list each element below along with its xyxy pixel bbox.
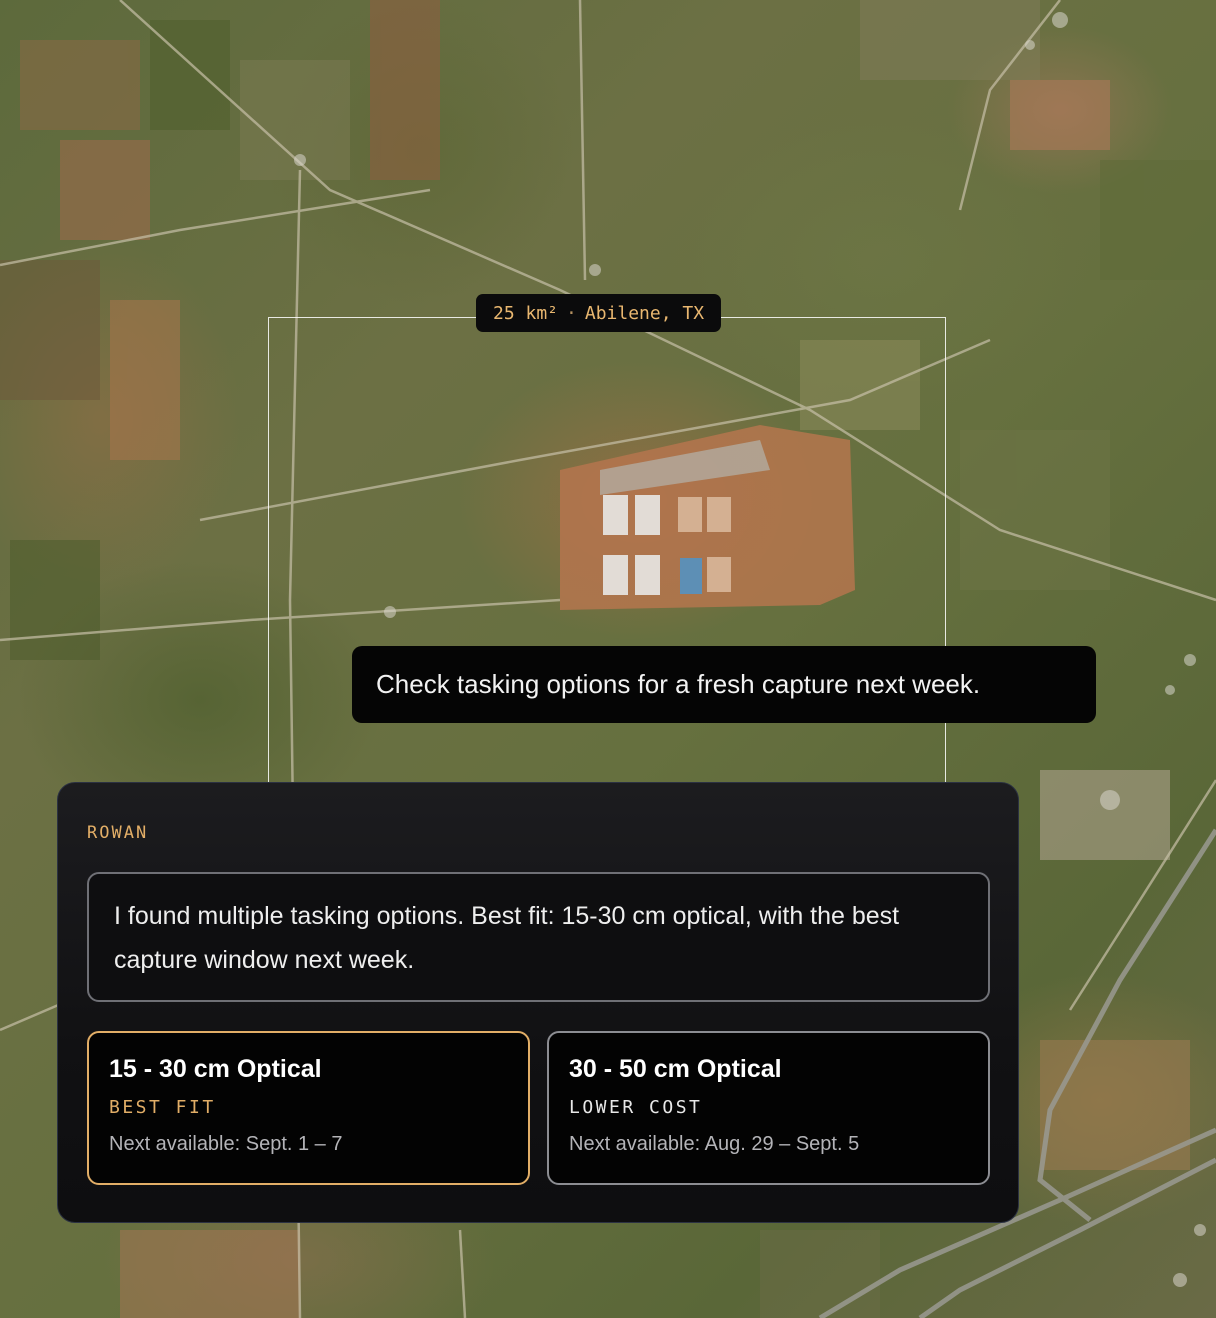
tasking-option-30-50cm[interactable]: 30 - 50 cm Optical LOWER COST Next avail…	[547, 1031, 990, 1185]
aoi-label: 25 km² · Abilene, TX	[476, 294, 722, 332]
user-message-bubble: Check tasking options for a fresh captur…	[352, 646, 1096, 723]
assistant-reply: I found multiple tasking options. Best f…	[87, 872, 990, 1002]
option-availability: Next available: Sept. 1 – 7	[109, 1133, 343, 1155]
option-title: 30 - 50 cm Optical	[569, 1055, 782, 1083]
option-tag: BEST FIT	[109, 1097, 216, 1118]
tasking-option-15-30cm[interactable]: 15 - 30 cm Optical BEST FIT Next availab…	[87, 1031, 530, 1185]
option-availability: Next available: Aug. 29 – Sept. 5	[569, 1133, 860, 1155]
user-message-text: Check tasking options for a fresh captur…	[376, 669, 981, 699]
area-of-interest-box[interactable]	[268, 317, 946, 837]
aoi-location: Abilene, TX	[584, 302, 705, 324]
assistant-panel: ROWAN I found multiple tasking options. …	[57, 782, 1019, 1223]
aoi-area: 25 km²	[493, 302, 559, 324]
assistant-name: ROWAN	[87, 823, 149, 843]
option-title: 15 - 30 cm Optical	[109, 1055, 322, 1083]
option-tag: LOWER COST	[569, 1097, 703, 1118]
aoi-separator: ·	[566, 302, 577, 324]
